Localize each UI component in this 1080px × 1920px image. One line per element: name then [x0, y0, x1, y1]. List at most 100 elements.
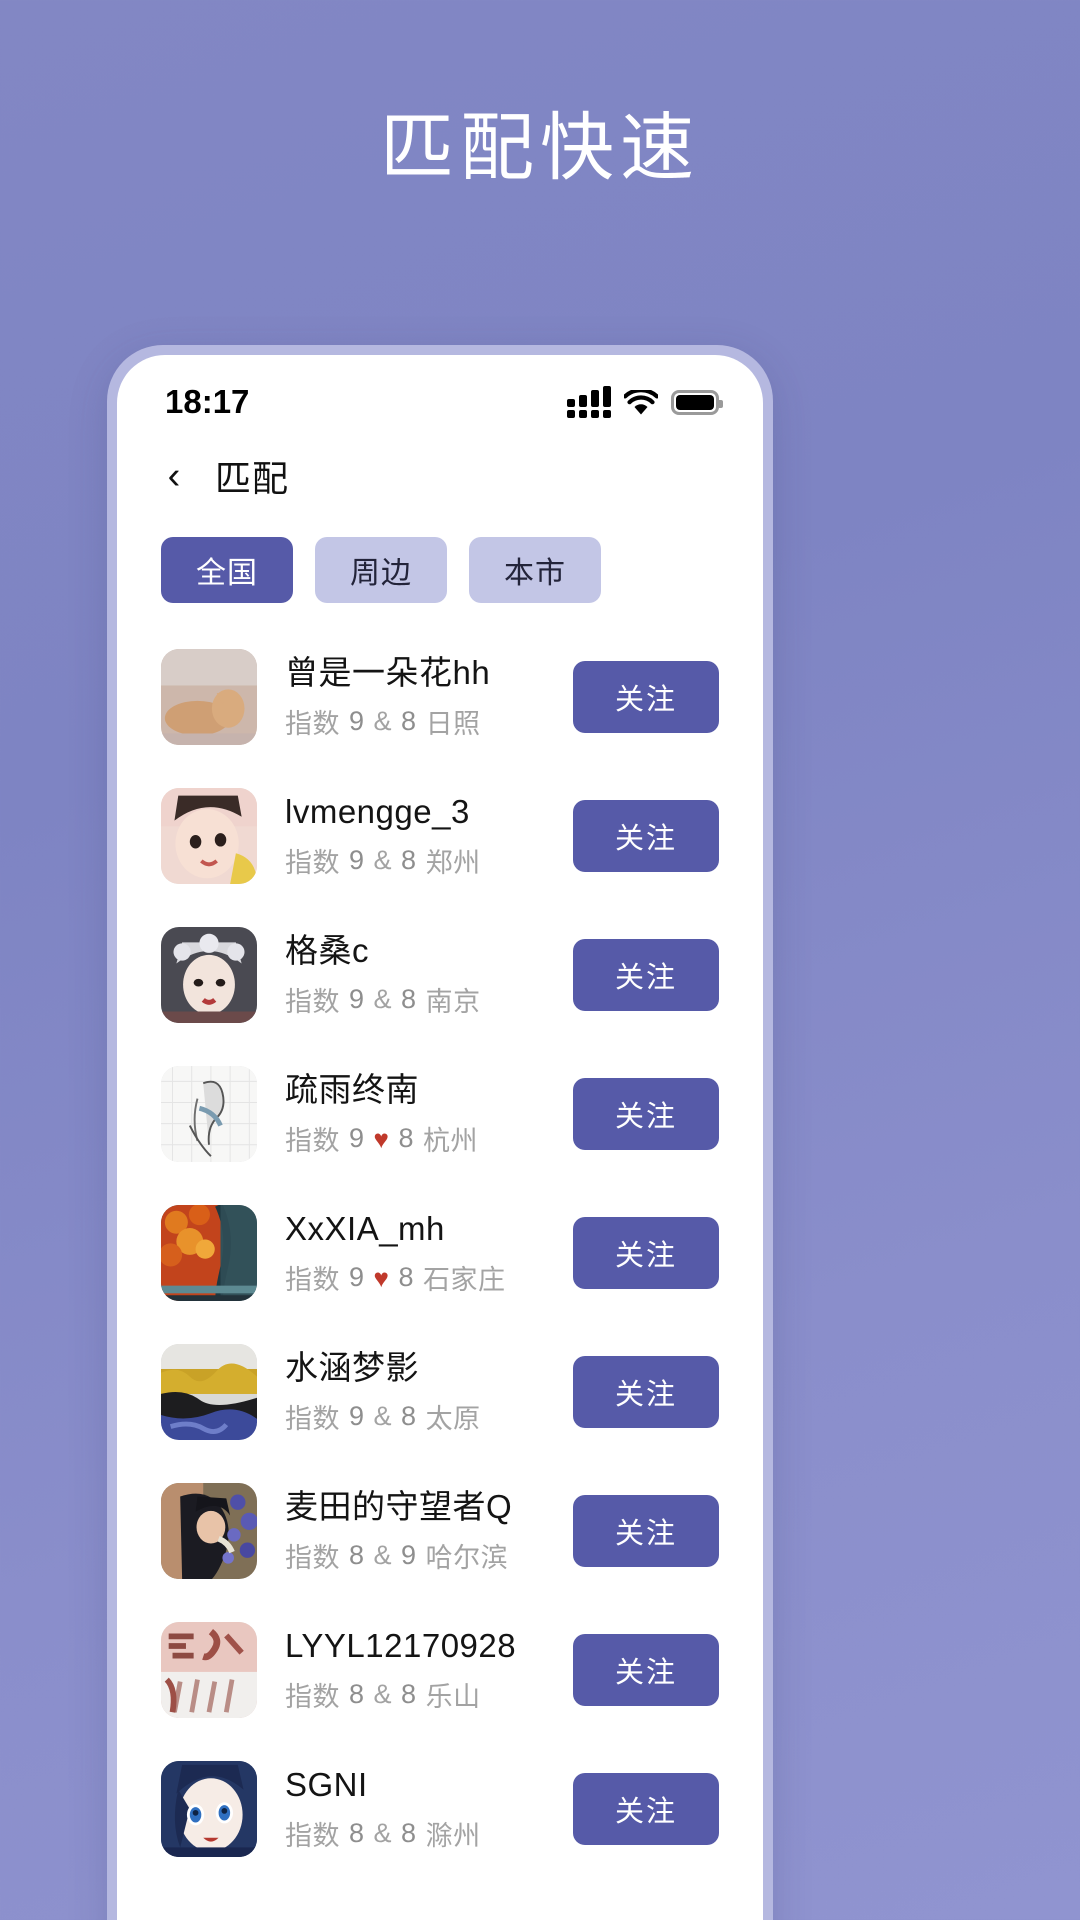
index-label: 指数 — [285, 848, 340, 879]
follow-button[interactable]: 关注 — [573, 660, 719, 733]
follow-button[interactable]: 关注 — [573, 1077, 719, 1150]
user-row[interactable]: lvmengge_3 指数 9 & 8 郑州 关注 — [117, 766, 763, 905]
username: lvmengge_3 — [285, 792, 470, 830]
index-label: 指数 — [285, 1126, 340, 1157]
user-info: lvmengge_3 指数 9 & 8 郑州 — [281, 791, 549, 880]
chevron-left-icon[interactable]: ‹ — [161, 457, 187, 495]
ampersand-separator: & — [373, 984, 393, 1015]
user-meta: 指数 9 & 8 太原 — [285, 1397, 549, 1436]
follow-button[interactable]: 关注 — [573, 1355, 719, 1428]
score-a: 9 — [349, 845, 365, 876]
heart-icon: ♥ — [373, 1123, 390, 1154]
follow-button[interactable]: 关注 — [573, 1494, 719, 1567]
username: 麦田的守望者Q — [285, 1487, 513, 1525]
user-meta: 指数 8 & 8 乐山 — [285, 1675, 549, 1714]
follow-button[interactable]: 关注 — [573, 799, 719, 872]
user-row[interactable]: 麦田的守望者Q 指数 8 & 9 哈尔滨 关注 — [117, 1461, 763, 1600]
ampersand-separator: & — [373, 1679, 393, 1710]
avatar[interactable] — [161, 926, 257, 1023]
user-info: 疏雨终南指数 9 ♥ 8 杭州 — [281, 1069, 549, 1158]
heart-icon: ♥ — [373, 1262, 390, 1293]
city-label: 哈尔滨 — [425, 1543, 509, 1574]
ampersand-separator: & — [373, 1401, 393, 1432]
user-row[interactable]: SGNI 指数 8 & 8 滁州 关注 — [117, 1739, 763, 1878]
avatar[interactable] — [161, 1482, 257, 1579]
battery-full-icon — [671, 389, 723, 415]
city-label: 日照 — [425, 709, 481, 740]
avatar[interactable] — [161, 1065, 257, 1162]
signal-bars-icon — [567, 386, 611, 418]
score-b: 8 — [398, 1262, 414, 1293]
username: 疏雨终南 — [285, 1070, 419, 1108]
avatar[interactable] — [161, 1621, 257, 1718]
status-clock: 18:17 — [165, 383, 250, 420]
city-label: 滁州 — [425, 1821, 481, 1852]
avatar[interactable] — [161, 1204, 257, 1301]
city-label: 郑州 — [425, 848, 481, 879]
score-b: 8 — [401, 984, 417, 1015]
user-meta: 指数 9 & 8 日照 — [285, 702, 549, 741]
city-label: 南京 — [425, 987, 481, 1018]
username: XxXIA_mh — [285, 1209, 445, 1247]
avatar[interactable] — [161, 1760, 257, 1857]
user-meta: 指数 8 & 9 哈尔滨 — [285, 1536, 549, 1575]
avatar[interactable] — [161, 787, 257, 884]
user-info: XxXIA_mh 指数 9 ♥ 8 石家庄 — [281, 1208, 549, 1297]
city-label: 石家庄 — [423, 1265, 506, 1296]
city-label: 乐山 — [425, 1682, 481, 1713]
user-info: LYYL12170928 指数 8 & 8 乐山 — [281, 1625, 549, 1714]
index-label: 指数 — [285, 1543, 340, 1574]
follow-button[interactable]: 关注 — [573, 1633, 719, 1706]
city-label: 杭州 — [423, 1126, 478, 1157]
user-row[interactable]: LYYL12170928 指数 8 & 8 乐山 关注 — [117, 1600, 763, 1739]
ampersand-separator: & — [373, 845, 393, 876]
follow-button[interactable]: 关注 — [573, 938, 719, 1011]
user-row[interactable]: XxXIA_mh 指数 9 ♥ 8 石家庄 关注 — [117, 1183, 763, 1322]
index-label: 指数 — [285, 709, 340, 740]
filter-chip-city[interactable]: 本市 — [469, 537, 601, 603]
status-icon-group — [567, 386, 723, 418]
user-meta: 指数 8 & 8 滁州 — [285, 1814, 549, 1853]
phone-screen: 18:17 ‹ 匹配 全国 周边 本市 曾是一朵花hh 指数 9 & 8 日照 … — [117, 355, 763, 1920]
username: 曾是一朵花hh — [285, 653, 491, 691]
user-row[interactable]: 疏雨终南指数 9 ♥ 8 杭州 关注 — [117, 1044, 763, 1183]
user-list[interactable]: 曾是一朵花hh 指数 9 & 8 日照 关注 lvmengge_3 指数 9 & 8 郑州 关注 格桑c 指数… — [117, 627, 763, 1878]
ampersand-separator: & — [373, 706, 393, 737]
follow-button[interactable]: 关注 — [573, 1216, 719, 1289]
user-row[interactable]: 水涵梦影指数 9 & 8 太原 关注 — [117, 1322, 763, 1461]
user-row[interactable]: 曾是一朵花hh 指数 9 & 8 日照 关注 — [117, 627, 763, 766]
username: 水涵梦影 — [285, 1348, 419, 1386]
username: LYYL12170928 — [285, 1626, 517, 1664]
score-a: 9 — [349, 984, 365, 1015]
score-b: 8 — [401, 845, 417, 876]
filter-chip-nationwide[interactable]: 全国 — [161, 537, 293, 603]
score-a: 9 — [349, 1123, 365, 1154]
index-label: 指数 — [285, 1821, 340, 1852]
user-meta: 指数 9 ♥ 8 杭州 — [285, 1119, 549, 1158]
ampersand-separator: & — [373, 1818, 393, 1849]
nav-bar: ‹ 匹配 — [117, 433, 763, 519]
score-b: 8 — [401, 1818, 417, 1849]
ampersand-separator: & — [373, 1540, 393, 1571]
score-a: 9 — [349, 1401, 365, 1432]
username: SGNI — [285, 1765, 368, 1803]
score-b: 8 — [398, 1123, 414, 1154]
user-info: SGNI 指数 8 & 8 滁州 — [281, 1764, 549, 1853]
nav-title: 匹配 — [215, 458, 290, 499]
user-row[interactable]: 格桑c 指数 9 & 8 南京 关注 — [117, 905, 763, 1044]
index-label: 指数 — [285, 1265, 340, 1296]
score-a: 8 — [349, 1540, 365, 1571]
score-b: 8 — [401, 706, 417, 737]
user-meta: 指数 9 ♥ 8 石家庄 — [285, 1258, 549, 1297]
city-label: 太原 — [425, 1404, 481, 1435]
score-a: 8 — [349, 1679, 365, 1710]
avatar[interactable] — [161, 648, 257, 745]
filter-chip-nearby[interactable]: 周边 — [315, 537, 447, 603]
score-a: 8 — [349, 1818, 365, 1849]
user-meta: 指数 9 & 8 南京 — [285, 980, 549, 1019]
status-bar: 18:17 — [117, 355, 763, 433]
user-info: 麦田的守望者Q 指数 8 & 9 哈尔滨 — [281, 1486, 549, 1575]
follow-button[interactable]: 关注 — [573, 1772, 719, 1845]
score-a: 9 — [349, 1262, 365, 1293]
avatar[interactable] — [161, 1343, 257, 1440]
